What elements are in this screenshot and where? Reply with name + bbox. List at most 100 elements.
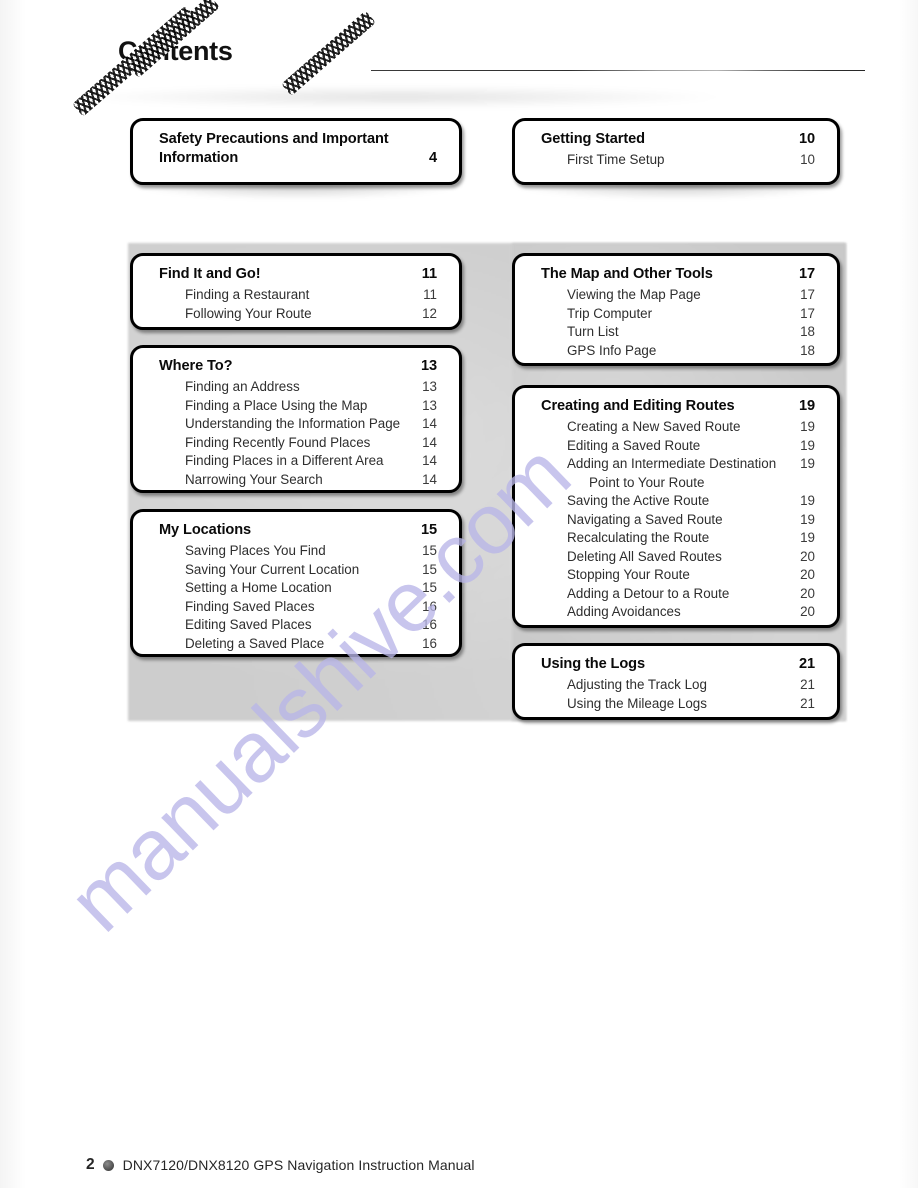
toc-entry-title: Saving the Active Route [567, 493, 710, 509]
toc-entry[interactable]: Adding Avoidances 20 [541, 603, 815, 622]
toc-entry-page: 21 [800, 695, 815, 711]
toc-entry-page: 19 [800, 530, 815, 546]
toc-entry-page: 17 [800, 287, 815, 303]
toc-heading-title: Safety Precautions and Important Informa… [159, 131, 389, 167]
toc-entry-page: 18 [800, 324, 815, 340]
toc-entry-page: 20 [800, 604, 815, 620]
toc-entry-page: 15 [422, 580, 437, 596]
toc-heading-page: 10 [798, 131, 815, 147]
toc-heading-title: The Map and Other Tools [541, 266, 713, 282]
toc-heading: My Locations 15 [159, 521, 437, 540]
toc-entry[interactable]: Navigating a Saved Route 19 [541, 511, 815, 530]
toc-entry[interactable]: Understanding the Information Page 14 [159, 415, 437, 434]
toc-entry[interactable]: Adding an Intermediate Destination 19 Po… [541, 455, 815, 492]
toc-entry-title: GPS Info Page [567, 342, 657, 358]
toc-heading-page: 19 [798, 398, 815, 414]
toc-entry-title: Finding Recently Found Places [185, 434, 371, 450]
toc-entry-title: Finding an Address [185, 379, 300, 395]
toc-entry[interactable]: GPS Info Page 18 [541, 342, 815, 361]
toc-entry[interactable]: Finding a Restaurant 11 [159, 286, 437, 305]
toc-entry[interactable]: Turn List 18 [541, 323, 815, 342]
toc-entry-page: 20 [800, 548, 815, 564]
toc-entry[interactable]: Trip Computer 17 [541, 305, 815, 324]
toc-box-my-locations[interactable]: My Locations 15 Saving Places You Find 1… [130, 509, 462, 657]
toc-entry-title: Finding a Place Using the Map [185, 397, 368, 413]
toc-entry-page: 13 [422, 397, 437, 413]
document-page: Contents Safety Precautions and Importan… [0, 0, 918, 1188]
toc-entry[interactable]: Editing Saved Places 16 [159, 616, 437, 635]
toc-entry[interactable]: Saving Places You Find 15 [159, 542, 437, 561]
toc-entry[interactable]: Using the Mileage Logs 21 [541, 695, 815, 714]
toc-heading-title: My Locations [159, 522, 252, 538]
toc-entry-list: Viewing the Map Page 17 Trip Computer 17… [541, 286, 815, 360]
toc-heading-title: Getting Started [541, 131, 645, 147]
toc-entry-list: First Time Setup 10 [541, 151, 815, 170]
toc-entry-page: 17 [800, 305, 815, 321]
toc-entry-title: Adding a Detour to a Route [567, 585, 730, 601]
toc-heading: Getting Started 10 [541, 130, 815, 149]
toc-entry-page: 19 [800, 456, 815, 472]
toc-entry[interactable]: Deleting All Saved Routes 20 [541, 548, 815, 567]
toc-entry-title: Saving Your Current Location [185, 561, 360, 577]
toc-entry-list: Finding an Address 13 Finding a Place Us… [159, 378, 437, 489]
toc-entry-title: Finding a Restaurant [185, 287, 310, 303]
toc-entry-page: 20 [800, 585, 815, 601]
toc-heading: Where To? 13 [159, 357, 437, 376]
toc-entry-page: 11 [423, 287, 437, 303]
box-shadow-strip [512, 183, 842, 199]
toc-entry-title: Editing Saved Places [185, 617, 312, 633]
toc-entry-list: Finding a Restaurant 11 Following Your R… [159, 286, 437, 323]
toc-heading: Safety Precautions and Important Informa… [159, 130, 437, 169]
toc-entry[interactable]: Finding an Address 13 [159, 378, 437, 397]
toc-entry-title: Following Your Route [185, 305, 312, 321]
box-shadow-strip [132, 183, 462, 199]
toc-entry-page: 19 [800, 419, 815, 435]
toc-box-where-to[interactable]: Where To? 13 Finding an Address 13 Findi… [130, 345, 462, 493]
toc-box-find-it-and-go[interactable]: Find It and Go! 11 Finding a Restaurant … [130, 253, 462, 330]
toc-entry-title: Setting a Home Location [185, 580, 332, 596]
dot-icon [102, 1159, 114, 1171]
toc-heading-page: 15 [420, 522, 437, 538]
toc-entry-list: Adjusting the Track Log 21 Using the Mil… [541, 676, 815, 713]
toc-box-creating-and-editing-routes[interactable]: Creating and Editing Routes 19 Creating … [512, 385, 840, 628]
toc-heading-page: 21 [798, 656, 815, 672]
toc-entry[interactable]: Saving Your Current Location 15 [159, 561, 437, 580]
toc-entry-list: Creating a New Saved Route 19 Editing a … [541, 418, 815, 622]
footer-manual-title: DNX7120/DNX8120 GPS Navigation Instructi… [122, 1157, 475, 1173]
toc-box-using-the-logs[interactable]: Using the Logs 21 Adjusting the Track Lo… [512, 643, 840, 720]
toc-heading: The Map and Other Tools 17 [541, 265, 815, 284]
toc-entry[interactable]: Setting a Home Location 15 [159, 579, 437, 598]
toc-entry[interactable]: Finding Saved Places 16 [159, 598, 437, 617]
toc-entry-page: 19 [800, 493, 815, 509]
toc-entry[interactable]: Finding Recently Found Places 14 [159, 434, 437, 453]
toc-entry-title: Editing a Saved Route [567, 437, 701, 453]
toc-entry[interactable]: Finding Places in a Different Area 14 [159, 452, 437, 471]
toc-box-map-and-other-tools[interactable]: The Map and Other Tools 17 Viewing the M… [512, 253, 840, 366]
toc-entry[interactable]: Creating a New Saved Route 19 [541, 418, 815, 437]
toc-entry[interactable]: Adjusting the Track Log 21 [541, 676, 815, 695]
toc-entry-title: Understanding the Information Page [185, 416, 401, 432]
toc-entry-page: 15 [422, 543, 437, 559]
toc-heading-title: Find It and Go! [159, 266, 261, 282]
toc-entry[interactable]: Deleting a Saved Place 16 [159, 635, 437, 654]
toc-entry-page: 21 [800, 677, 815, 693]
footer-page-number: 2 [86, 1156, 95, 1173]
toc-entry[interactable]: Narrowing Your Search 14 [159, 471, 437, 490]
toc-entry-page: 12 [422, 305, 437, 321]
toc-entry-title: Finding Places in a Different Area [185, 453, 384, 469]
toc-box-getting-started[interactable]: Getting Started 10 First Time Setup 10 [512, 118, 840, 185]
toc-entry[interactable]: Saving the Active Route 19 [541, 492, 815, 511]
toc-entry[interactable]: Adding a Detour to a Route 20 [541, 585, 815, 604]
toc-entry[interactable]: Stopping Your Route 20 [541, 566, 815, 585]
toc-entry-page: 14 [422, 416, 437, 432]
toc-entry-page: 14 [422, 434, 437, 450]
toc-box-safety-precautions[interactable]: Safety Precautions and Important Informa… [130, 118, 462, 185]
toc-entry[interactable]: Following Your Route 12 [159, 305, 437, 324]
toc-entry[interactable]: Viewing the Map Page 17 [541, 286, 815, 305]
toc-entry[interactable]: Recalculating the Route 19 [541, 529, 815, 548]
toc-entry[interactable]: Finding a Place Using the Map 13 [159, 397, 437, 416]
toc-entry[interactable]: First Time Setup 10 [541, 151, 815, 170]
toc-entry[interactable]: Editing a Saved Route 19 [541, 437, 815, 456]
toc-entry-title: First Time Setup [567, 152, 665, 168]
toc-entry-title: Finding Saved Places [185, 598, 315, 614]
